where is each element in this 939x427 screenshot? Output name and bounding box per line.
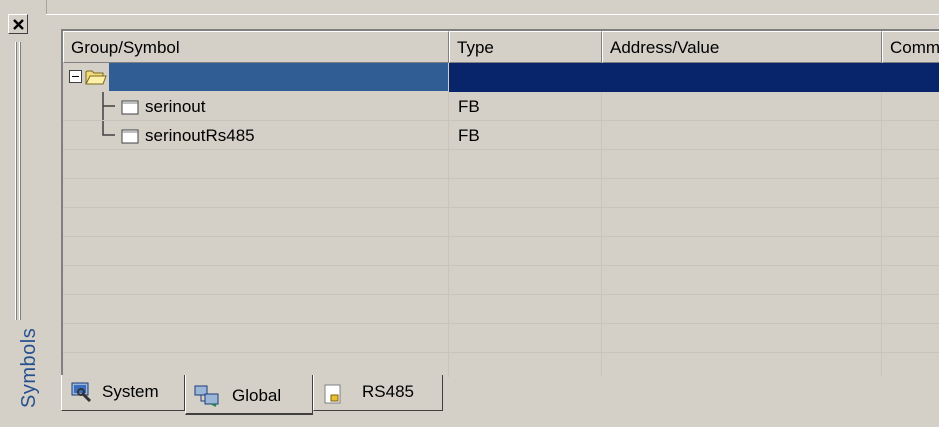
function-block-icon <box>121 100 139 115</box>
collapse-icon[interactable] <box>69 70 82 83</box>
system-icon <box>71 382 92 402</box>
function-block-icon <box>121 129 139 144</box>
tree-branch-connector <box>102 92 115 120</box>
tab-system[interactable]: System <box>61 375 185 411</box>
root-label <box>109 63 448 91</box>
tab-system-label: System <box>102 382 159 401</box>
dock-strip: Symbols <box>0 0 47 426</box>
dock-title: Symbols <box>18 327 40 408</box>
empty-row <box>63 266 939 295</box>
tab-rs485-label: RS485 <box>362 382 414 401</box>
close-icon <box>13 19 24 30</box>
symbol-comment <box>882 92 939 121</box>
column-header-group-symbol[interactable]: Group/Symbol <box>63 31 449 63</box>
root-type-cell <box>449 63 602 92</box>
empty-row <box>63 324 939 353</box>
close-button[interactable] <box>8 14 28 34</box>
table-row-root[interactable] <box>63 63 939 92</box>
empty-row <box>63 353 939 377</box>
column-header-type[interactable]: Type <box>449 31 602 63</box>
global-icon <box>194 385 219 407</box>
empty-row <box>63 295 939 324</box>
root-address-cell <box>602 63 882 92</box>
empty-row <box>63 179 939 208</box>
column-header-comment[interactable]: Comm <box>882 31 939 63</box>
file-icon <box>324 384 341 404</box>
tab-global[interactable]: Global <box>185 375 313 415</box>
tree-end-connector <box>102 121 115 136</box>
column-header-address-value[interactable]: Address/Value <box>602 31 882 63</box>
symbol-comment <box>882 121 939 150</box>
empty-row <box>63 150 939 179</box>
dock-grip[interactable] <box>14 42 26 320</box>
root-cell <box>63 63 449 92</box>
symbol-type: FB <box>449 92 602 121</box>
symbols-panel: Group/Symbol Type Address/Value Comm ser… <box>46 14 939 427</box>
folder-open-icon <box>85 70 107 85</box>
grid-header: Group/Symbol Type Address/Value Comm <box>63 31 939 65</box>
symbol-name: serinoutRs485 <box>145 126 255 145</box>
symbol-grid: Group/Symbol Type Address/Value Comm ser… <box>61 29 939 377</box>
tab-bar: System Global RS485 <box>61 375 939 415</box>
empty-row <box>63 237 939 266</box>
symbol-address <box>602 121 882 150</box>
root-comment-cell <box>882 63 939 92</box>
tab-rs485[interactable]: RS485 <box>313 375 443 411</box>
tab-global-label: Global <box>232 386 282 405</box>
symbol-address <box>602 92 882 121</box>
symbol-type: FB <box>449 121 602 150</box>
empty-row <box>63 208 939 237</box>
table-row[interactable]: serinout FB <box>63 92 939 121</box>
symbol-name: serinout <box>145 97 206 116</box>
table-row[interactable]: serinoutRs485 FB <box>63 121 939 150</box>
